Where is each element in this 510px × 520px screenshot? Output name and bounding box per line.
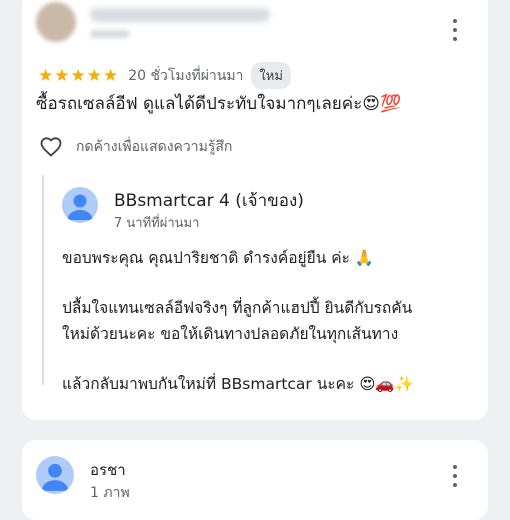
new-badge: ใหม่ bbox=[251, 62, 291, 89]
star-icon: ★ bbox=[70, 65, 86, 86]
owner-reply: BBsmartcar 4 (เจ้าของ) 7 นาทีที่ผ่านมา ข… bbox=[42, 175, 488, 393]
star-rating: ★ ★ ★ ★ ★ bbox=[38, 66, 118, 86]
person-icon bbox=[41, 463, 69, 491]
reviewer2-avatar[interactable] bbox=[36, 456, 74, 494]
star-icon: ★ bbox=[54, 65, 70, 86]
heart-outline-icon bbox=[40, 137, 62, 157]
reviewer2-photo-count: 1 ภาพ bbox=[90, 485, 130, 501]
star-icon: ★ bbox=[38, 65, 54, 86]
reviewer-name[interactable] bbox=[90, 8, 270, 22]
react-label: กดค้างเพื่อแสดงความรู้สึก bbox=[76, 139, 233, 155]
star-icon: ★ bbox=[86, 65, 102, 86]
owner-name: BBsmartcar 4 (เจ้าของ) bbox=[114, 191, 304, 211]
owner-reply-time: 7 นาทีที่ผ่านมา bbox=[114, 216, 200, 231]
review-more-button[interactable] bbox=[446, 18, 464, 42]
owner-avatar[interactable] bbox=[62, 187, 98, 223]
owner-reply-line: ใหม่ด้วยนะคะ ขอให้เดินทางปลอดภัยในทุกเส้… bbox=[62, 325, 399, 343]
owner-reply-line: ปลื้มใจแทนเซลล์อีฟจริงๆ ที่ลูกค้าแฮปปี้ … bbox=[62, 299, 413, 317]
owner-reply-line: แล้วกลับมาพบกันใหม่ที่ BBsmartcar นะคะ 😍… bbox=[62, 375, 415, 393]
person-icon bbox=[67, 194, 93, 220]
review-rating-row: ★ ★ ★ ★ ★ 20 ชั่วโมงที่ผ่านมา ใหม่ bbox=[38, 62, 291, 89]
reviewer-avatar[interactable] bbox=[36, 2, 76, 42]
star-icon: ★ bbox=[103, 65, 119, 86]
more-vert-icon bbox=[453, 465, 457, 469]
review2-more-button[interactable] bbox=[446, 464, 464, 488]
review-time: 20 ชั่วโมงที่ผ่านมา bbox=[128, 67, 244, 84]
reviewer2-name[interactable]: อรชา bbox=[90, 458, 126, 482]
react-button[interactable]: กดค้างเพื่อแสดงความรู้สึก bbox=[38, 135, 232, 159]
more-vert-icon bbox=[453, 19, 457, 23]
owner-reply-line: ขอบพระคุณ คุณปาริยชาติ ดำรงค์อยู่ยืน ค่ะ… bbox=[62, 249, 375, 267]
reviewer-meta bbox=[90, 30, 130, 38]
review-card-2: อรชา 1 ภาพ bbox=[22, 440, 488, 520]
review-text: ซื้อรถเซลล์อีฟ ดูแลได้ดีประทับใจมากๆเลยค… bbox=[36, 94, 402, 114]
review-card: ★ ★ ★ ★ ★ 20 ชั่วโมงที่ผ่านมา ใหม่ ซื้อร… bbox=[22, 0, 488, 420]
